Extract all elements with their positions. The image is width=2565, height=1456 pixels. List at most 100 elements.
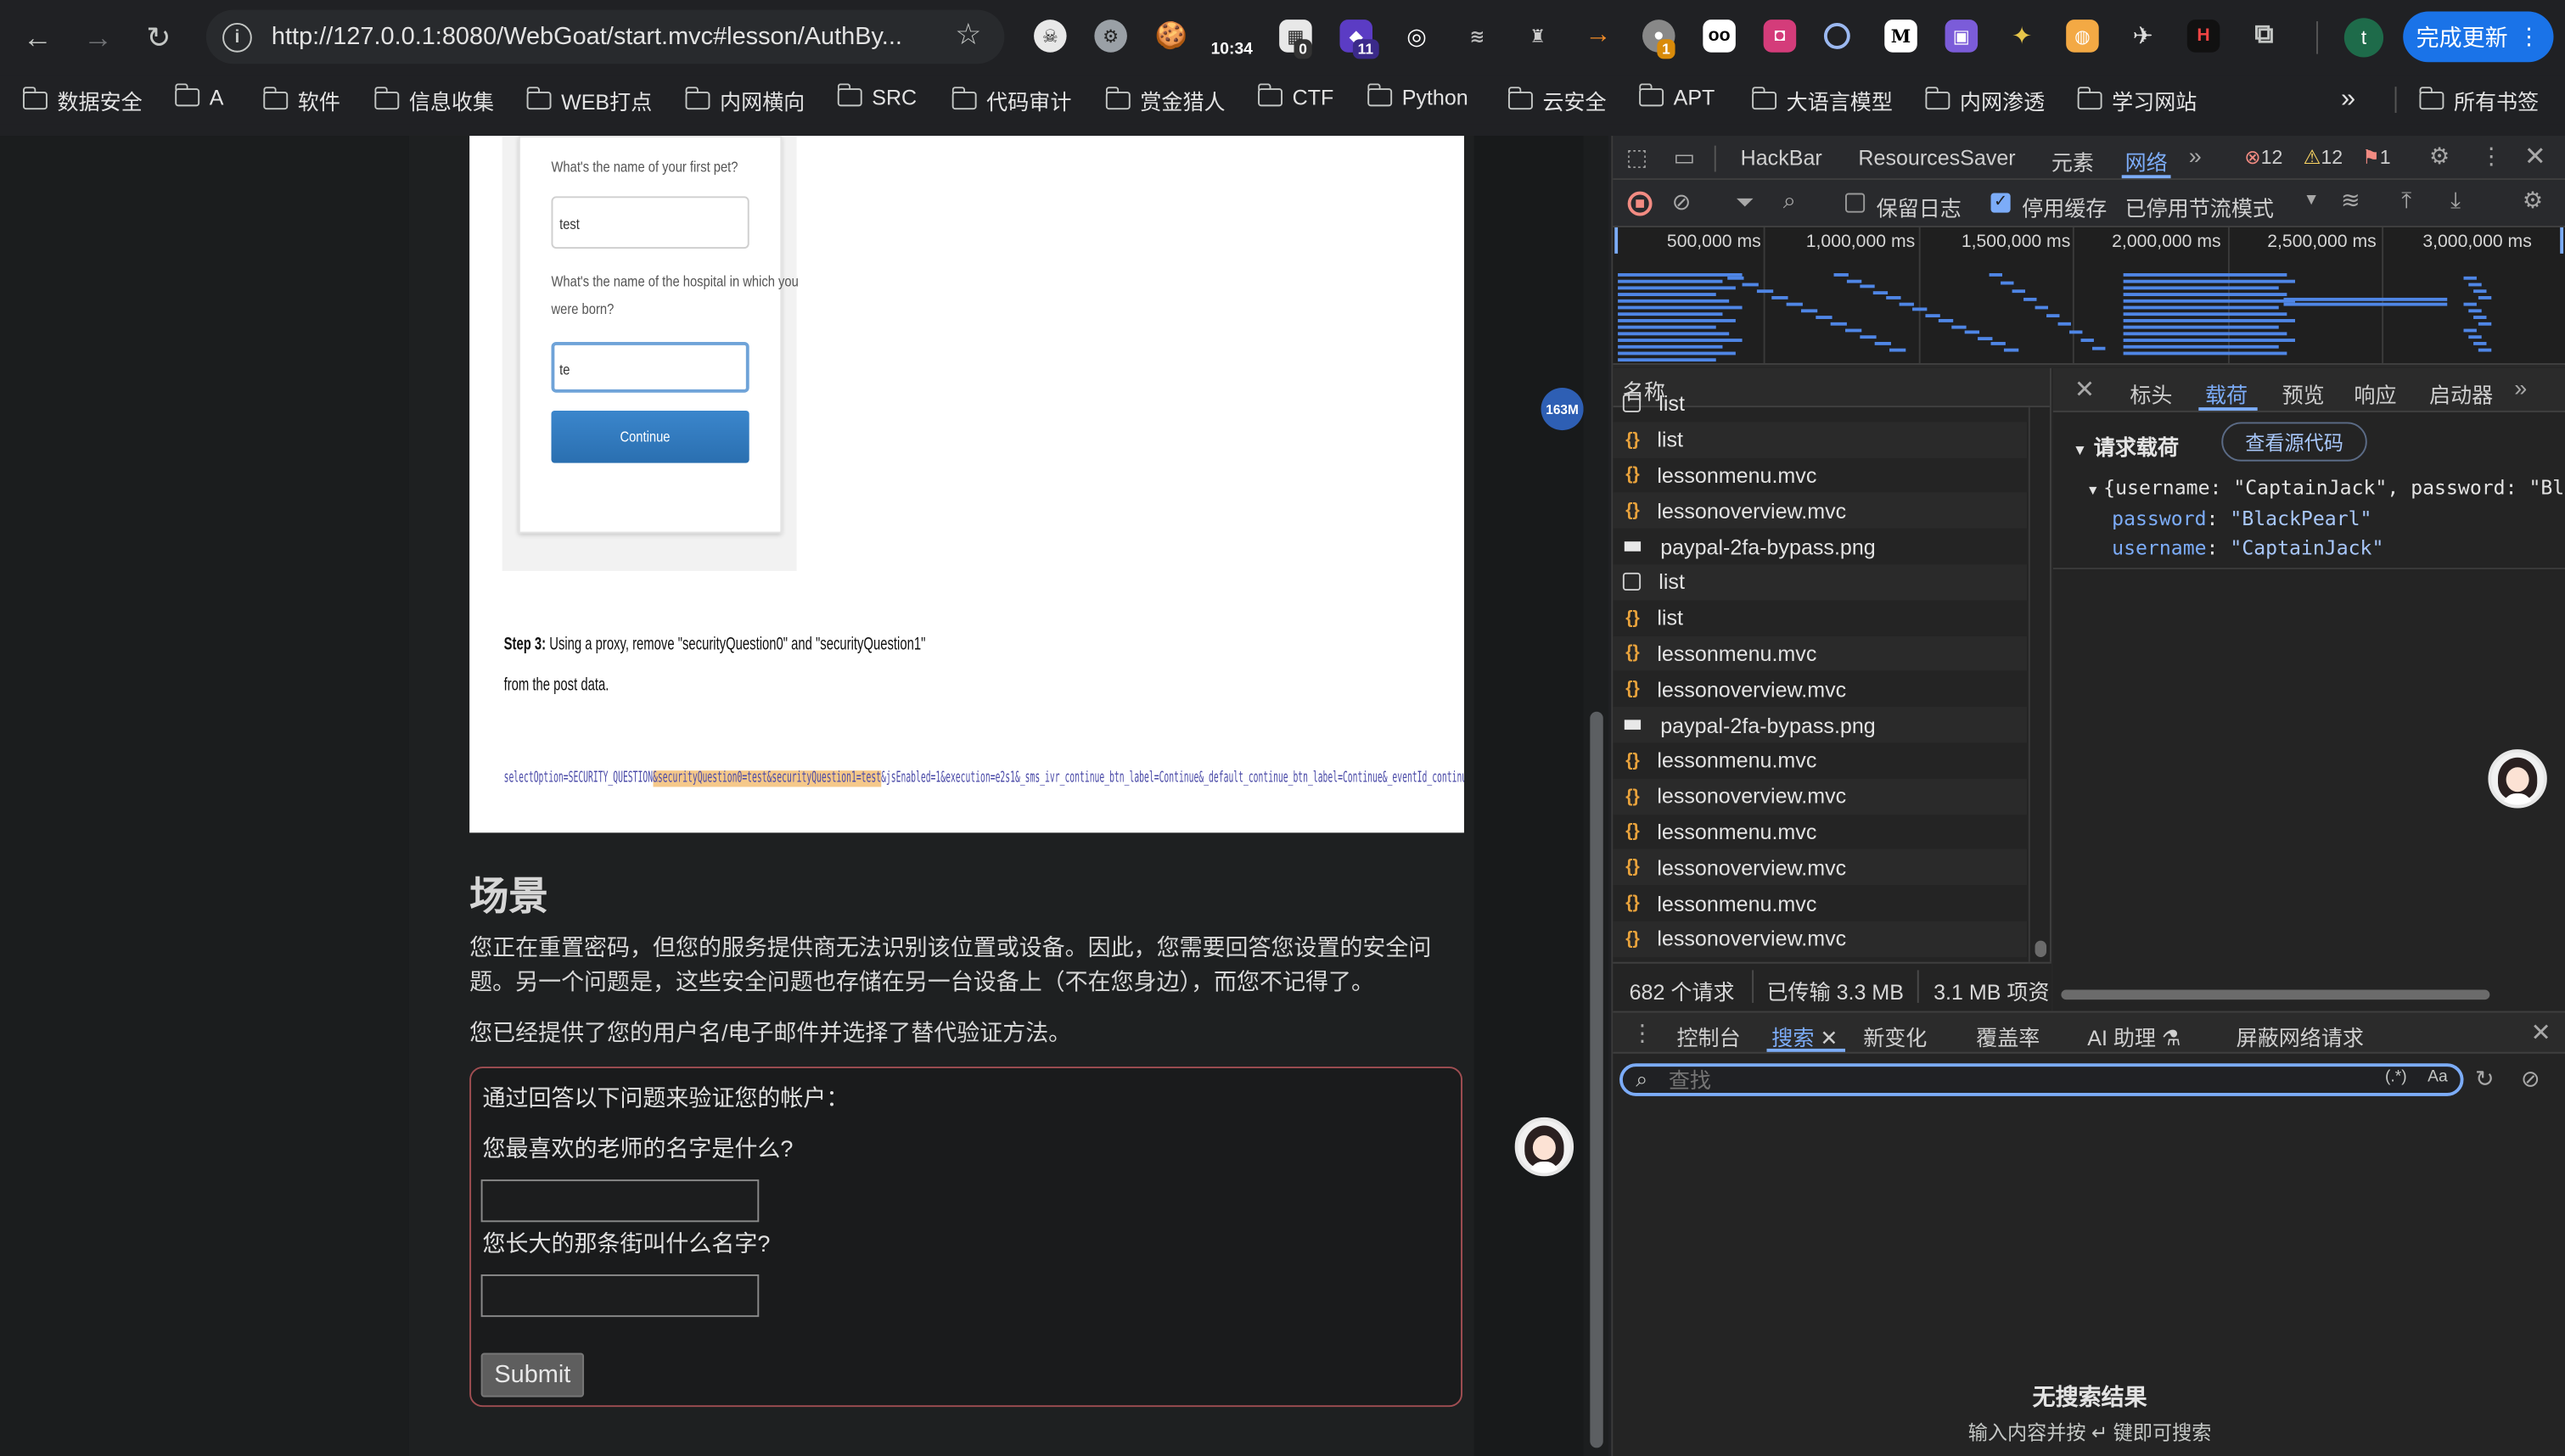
bookmark-folder[interactable]: A xyxy=(174,83,223,109)
cookie-extension-icon[interactable]: 🍪 xyxy=(1155,20,1188,53)
tab-headers[interactable]: 标头 xyxy=(2130,378,2172,409)
device-toolbar-icon[interactable]: ▭ xyxy=(1674,144,1696,172)
issue-count[interactable]: ⚑1 xyxy=(2362,146,2391,169)
request-list-scroll-thumb[interactable] xyxy=(2035,940,2047,957)
question-2-input[interactable] xyxy=(480,1274,760,1318)
bookmark-folder[interactable]: APT xyxy=(1638,83,1715,109)
ghost-extension-icon[interactable]: ☠ xyxy=(1034,20,1067,53)
close-search-tab-icon[interactable]: ✕ xyxy=(1820,1026,1838,1050)
error-count[interactable]: ⊗12 xyxy=(2244,146,2282,169)
address-bar[interactable]: i http://127.0.0.1:8080/WebGoat/start.mv… xyxy=(205,9,1005,64)
request-row[interactable]: {} lessonmenu.mvc xyxy=(1613,457,2027,493)
more-detail-tabs-icon[interactable]: » xyxy=(2514,375,2527,401)
export-har-icon[interactable]: ⤓ xyxy=(2450,187,2461,215)
close-devtools-icon[interactable]: ✕ xyxy=(2524,141,2546,174)
regex-toggle[interactable]: (.*) xyxy=(2385,1068,2407,1086)
request-row[interactable]: {} lessonmenu.mvc xyxy=(1613,814,2027,849)
timeline-handle-left[interactable] xyxy=(1614,227,1619,254)
request-row[interactable]: paypal-2fa-bypass.png xyxy=(1613,707,2027,743)
site-info-icon[interactable]: i xyxy=(222,22,252,52)
back-icon[interactable]: ← xyxy=(14,14,60,60)
page-scrollbar-thumb[interactable] xyxy=(1590,711,1603,1448)
request-row[interactable]: {} lessonoverview.mvc xyxy=(1613,778,2027,815)
close-drawer-icon[interactable]: ✕ xyxy=(2531,1017,2551,1047)
clear-icon[interactable]: ⊘ xyxy=(1672,188,1692,216)
bookmark-folder[interactable]: 大语言模型 xyxy=(1751,85,1893,116)
extensions-puzzle-icon[interactable]: ⧉ xyxy=(2248,20,2281,53)
import-har-icon[interactable]: ⤒ xyxy=(2401,187,2411,215)
more-tabs-icon[interactable]: » xyxy=(2189,143,2202,169)
tab-payload[interactable]: 载荷 xyxy=(2205,378,2248,409)
reload-icon[interactable]: ↻ xyxy=(136,14,182,60)
filter-icon[interactable]: ⏷ xyxy=(1736,188,1754,216)
proxy-extension-icon[interactable]: ⚙ xyxy=(1094,20,1127,53)
tab-elements[interactable]: 元素 xyxy=(2051,146,2094,177)
js-extension-icon[interactable]: ♜ xyxy=(1521,20,1554,53)
request-row[interactable]: {} lessonoverview.mvc xyxy=(1613,671,2027,707)
disable-cache-checkbox[interactable]: ✓ xyxy=(1990,193,2011,213)
orange-extension-icon[interactable]: ◍ xyxy=(2066,20,2099,53)
throttling-select[interactable]: 已停用节流模式 xyxy=(2125,192,2274,223)
bookmark-folder[interactable]: 信息收集 xyxy=(373,85,494,116)
assistant-avatar-icon[interactable] xyxy=(1514,1117,1574,1177)
spy-extension-icon[interactable]: ◎ xyxy=(1400,20,1434,53)
network-overview-timeline[interactable]: 500,000 ms 1,000,000 ms 1,500,000 ms 2,0… xyxy=(1613,227,2565,365)
bookmark-folder[interactable]: 云安全 xyxy=(1507,85,1607,116)
match-case-toggle[interactable]: Aa xyxy=(2427,1068,2448,1086)
arrow-extension-icon[interactable]: → xyxy=(1582,20,1615,53)
bookmark-folder[interactable]: 内网渗透 xyxy=(1924,85,2045,116)
request-row[interactable]: {} lessonoverview.mvc xyxy=(1613,921,2027,957)
clock-extension[interactable]: 10:34 xyxy=(1205,33,1258,66)
payload-summary[interactable]: ▼ {username: "CaptainJack", password: "Bl… xyxy=(2089,476,2565,499)
tab-initiator[interactable]: 启动器 xyxy=(2429,378,2493,409)
tab-hackbar[interactable]: HackBar xyxy=(1741,146,1822,171)
preserve-log-checkbox[interactable] xyxy=(1844,193,1866,213)
request-row[interactable]: {} lessonoverview.mvc xyxy=(1613,849,2027,886)
close-detail-icon[interactable]: ✕ xyxy=(2074,375,2095,404)
bookmark-folder[interactable]: CTF xyxy=(1257,83,1333,109)
bookmark-folder[interactable]: 软件 xyxy=(262,85,340,116)
drawer-tab-changes[interactable]: 新变化 xyxy=(1863,1021,1927,1052)
update-button[interactable]: 完成更新 ⋮ xyxy=(2403,11,2554,63)
network-settings-icon[interactable]: ⚙ xyxy=(2523,187,2543,215)
timeline-handle-right[interactable] xyxy=(2560,227,2564,254)
search-box[interactable]: ⌕ (.*) Aa xyxy=(1619,1063,2464,1096)
page-scrollbar[interactable] xyxy=(1583,136,1608,1456)
bookmarks-overflow-icon[interactable]: » xyxy=(2341,85,2355,115)
drawer-menu-icon[interactable]: ⋮ xyxy=(1631,1019,1654,1047)
search-icon[interactable]: ⌕ xyxy=(1783,187,1796,215)
medium-extension-icon[interactable]: M xyxy=(1884,20,1917,53)
request-row[interactable]: {} lessonoverview.mvc xyxy=(1613,493,2027,529)
request-row[interactable]: {} lessonmenu.mvc xyxy=(1613,742,2027,778)
bookmark-folder[interactable]: Python xyxy=(1367,83,1468,109)
request-row[interactable]: {} list xyxy=(1613,422,2027,458)
url-text[interactable]: http://127.0.0.1:8080/WebGoat/start.mvc#… xyxy=(272,23,926,51)
forward-icon[interactable]: → xyxy=(76,14,121,60)
request-list-scrollbar[interactable] xyxy=(2028,407,2050,962)
wrench-extension-icon[interactable]: ✈ xyxy=(2126,20,2159,53)
request-row[interactable]: paypal-2fa-bypass.png xyxy=(1613,529,2027,564)
tab-network[interactable]: 网络 xyxy=(2125,146,2168,177)
glasses-extension-icon[interactable]: oo xyxy=(1703,20,1736,53)
tab-resourcessaver[interactable]: ResourcesSaver xyxy=(1858,146,2015,171)
network-conditions-icon[interactable]: ≋ xyxy=(2341,187,2360,215)
bookmark-folder[interactable]: 代码审计 xyxy=(951,85,1071,116)
bookmark-folder[interactable]: WEB打点 xyxy=(525,85,652,116)
bookmark-folder[interactable]: SRC xyxy=(836,83,917,109)
bookmark-folder[interactable]: 学习网站 xyxy=(2076,85,2197,116)
drawer-tab-search[interactable]: 搜索 ✕ xyxy=(1771,1021,1838,1052)
view-source-button[interactable]: 查看源代码 xyxy=(2221,422,2367,462)
tab-preview[interactable]: 预览 xyxy=(2282,378,2325,409)
devtools-menu-icon[interactable]: ⋮ xyxy=(2480,143,2503,171)
drawer-tab-request-blocking[interactable]: 屏蔽网络请求 xyxy=(2237,1021,2364,1052)
warning-count[interactable]: ⚠12 xyxy=(2304,146,2343,169)
question-1-input[interactable] xyxy=(480,1179,760,1223)
violet-extension-icon[interactable]: ▣ xyxy=(1945,20,1978,53)
tab-response[interactable]: 响应 xyxy=(2354,378,2396,409)
submit-button[interactable]: Submit xyxy=(480,1352,585,1397)
all-bookmarks[interactable]: 所有书签 xyxy=(2418,85,2539,116)
clear-search-icon[interactable]: ⊘ xyxy=(2521,1065,2540,1093)
inspect-element-icon[interactable]: ⬚ xyxy=(1626,144,1648,172)
dark-extension-icon[interactable]: H xyxy=(2186,20,2220,53)
request-row[interactable]: list xyxy=(1613,564,2027,601)
